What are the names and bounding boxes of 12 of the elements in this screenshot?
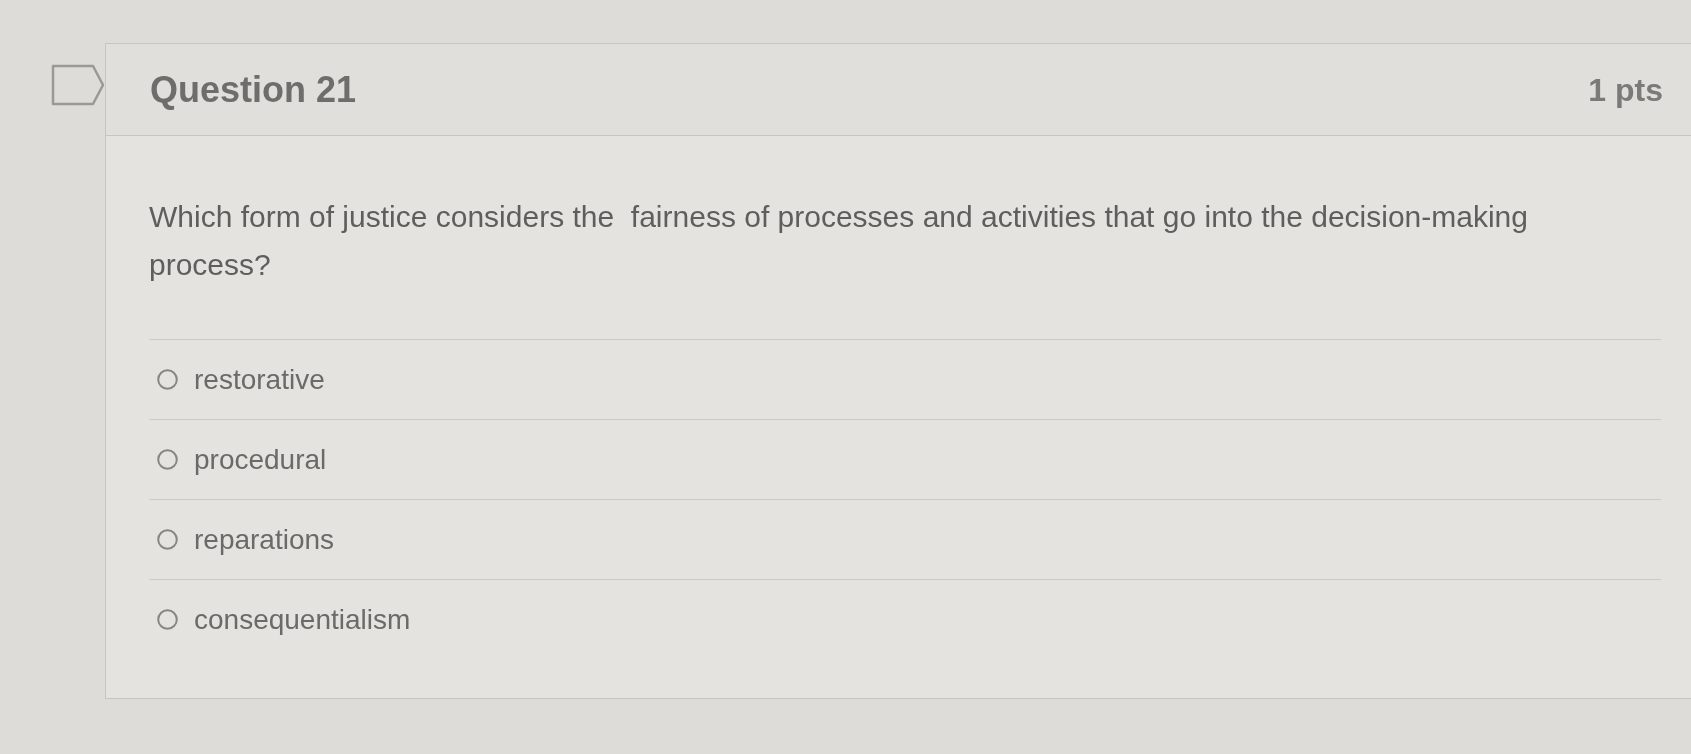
option-label[interactable]: restorative [194, 358, 325, 401]
option-label[interactable]: reparations [194, 518, 335, 561]
question-text: Which form of justice considers the fairness of processes and activities that go into the decision-making process? [149, 199, 1529, 283]
radio-button[interactable] [157, 449, 178, 470]
radio-button[interactable] [157, 609, 178, 630]
points-label: 1 pts [1588, 70, 1663, 110]
radio-button[interactable] [157, 529, 178, 550]
question-title: Question 21 [150, 67, 357, 112]
option-label[interactable]: consequentialism [194, 598, 411, 641]
radio-button[interactable] [157, 369, 178, 390]
option-label[interactable]: procedural [194, 438, 327, 481]
flag-icon[interactable] [51, 64, 105, 106]
